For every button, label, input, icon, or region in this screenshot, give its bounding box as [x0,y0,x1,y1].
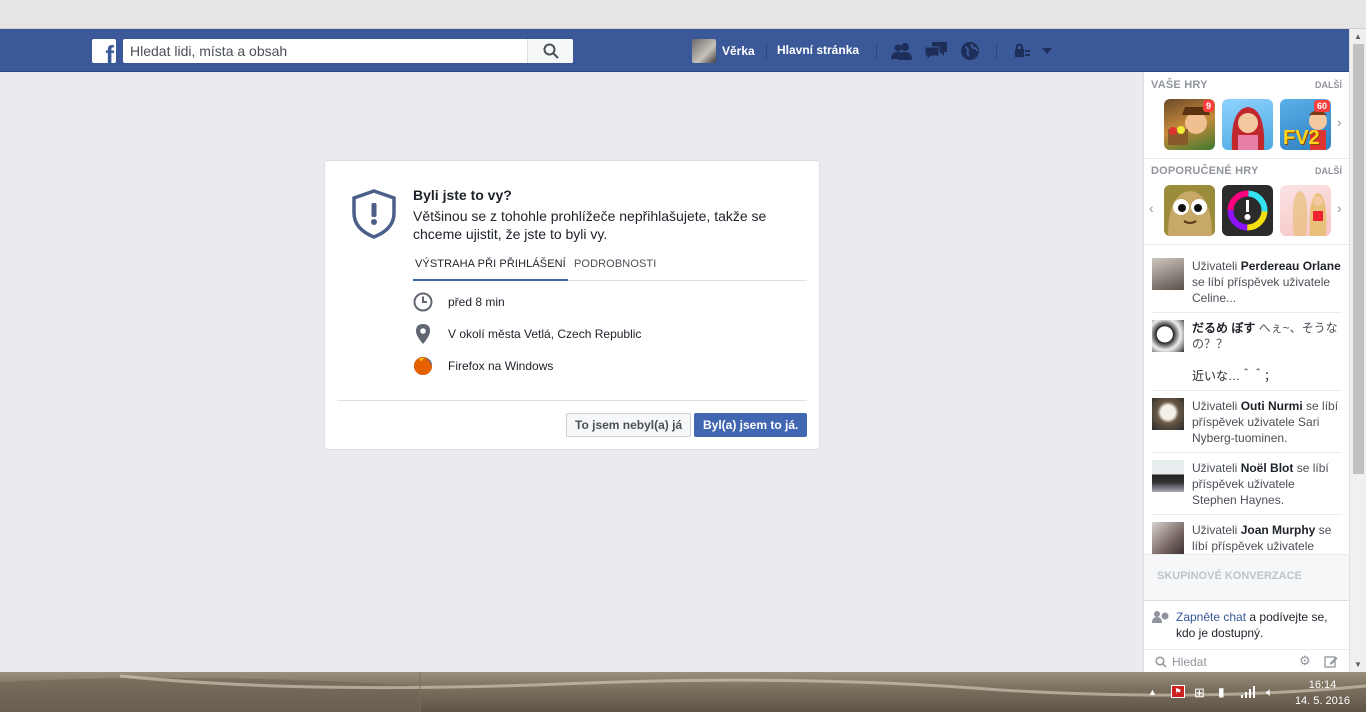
your-games-more-link[interactable]: DALŠÍ [1315,80,1342,90]
scrollbar-thumb[interactable] [1353,44,1364,474]
firefox-icon [414,357,432,375]
chat-search-input[interactable]: Hledat [1172,655,1207,669]
game-title-text: FV2 [1283,127,1320,149]
ticker-text[interactable]: Uživateli Joan Murphy se líbí příspěvek … [1192,522,1342,554]
info-browser: Firefox na Windows [413,355,553,377]
browser-chrome-strip [0,0,1366,29]
confirm-button[interactable]: Byl(a) jsem to já. [694,413,808,437]
info-location: V okolí města Vetlá, Czech Republic [413,323,641,345]
game-color-switch[interactable] [1222,185,1273,236]
chevron-left-icon[interactable]: ‹ [1149,200,1154,216]
shield-tray-icon[interactable]: ⚑ [1171,685,1185,698]
search-input[interactable] [123,39,527,63]
game-pou[interactable] [1164,185,1215,236]
game-dressup[interactable] [1280,185,1331,236]
section-divider [1144,244,1349,245]
signal-icon[interactable] [1241,686,1257,698]
volume-icon[interactable]: 🔈︎ [1266,685,1273,700]
alert-description: Většinou se z tohohle prohlížeče nepřihl… [413,208,767,242]
desktop-wallpaper [0,672,1366,712]
turn-on-chat-link[interactable]: Zapněte chat [1176,610,1246,624]
avatar [1152,460,1184,492]
messages-icon[interactable] [924,41,948,61]
login-time: před 8 min [448,295,505,309]
scroll-down-icon[interactable]: ▼ [1354,660,1362,669]
right-sidebar: VAŠE HRY DALŠÍ 9 60 FV2 › DOPORUČENÉ HRY… [1143,72,1349,672]
chevron-up-icon[interactable]: ▲ [1148,687,1157,697]
tab-details[interactable]: PODROBNOSTI [574,258,656,270]
system-clock[interactable]: 16:14 14. 5. 2016 [1295,677,1350,709]
ticker-text[interactable]: Uživateli Noël Blot se líbí příspěvek už… [1192,460,1342,508]
page-scrollbar[interactable]: ▲ ▼ [1349,29,1366,672]
nav-divider [766,43,767,59]
nav-divider [876,43,877,59]
avatar [1152,258,1184,290]
avatar [692,39,716,63]
scroll-up-icon[interactable]: ▲ [1354,32,1362,41]
privacy-lock-icon[interactable] [1012,41,1054,61]
info-time: před 8 min [413,291,505,313]
game-farmer[interactable]: 9 [1164,99,1215,150]
ticker-divider [1152,514,1342,515]
chat-message: Zapněte chat a podívejte se, kdo je dost… [1176,610,1328,640]
ticker-divider [1152,390,1342,391]
recommended-more-link[interactable]: DALŠÍ [1315,166,1342,176]
alert-title: Byli jste to vy? [413,187,512,203]
notification-badge: 9 [1202,100,1214,112]
clock-time: 16:14 [1308,679,1337,691]
notifications-icon[interactable] [958,41,982,61]
ticker-text[interactable]: Uživateli Outi Nurmi se líbí příspěvek u… [1192,398,1342,446]
search-button[interactable] [527,39,573,63]
person-icon [1152,611,1169,623]
chevron-right-icon[interactable]: › [1337,114,1342,130]
profile-link[interactable]: Věrka [692,39,755,63]
your-games-heading: VAŠE HRY [1151,79,1208,91]
section-divider [1144,158,1349,159]
login-browser: Firefox na Windows [448,359,554,373]
login-location: V okolí města Vetlá, Czech Republic [448,327,642,341]
windows-taskbar: ▲ ⚑ ⊞ ▮ 🔈︎ 16:14 14. 5. 2016 [0,672,1366,712]
profile-name: Věrka [722,44,755,58]
search-icon [1155,656,1167,668]
ticker-divider [1152,452,1342,453]
search-icon [543,43,559,59]
friend-requests-icon[interactable] [890,41,914,61]
ticker-divider [1152,312,1342,313]
gear-icon[interactable]: ⚙ [1299,653,1311,669]
dialog-divider [337,400,807,401]
location-pin-icon [416,324,430,344]
new-message-icon[interactable] [1324,655,1338,669]
shield-icon [352,189,396,239]
search-box [123,39,573,63]
chevron-right-icon[interactable]: › [1337,200,1342,216]
facebook-logo[interactable]: f [92,39,116,63]
chat-panel: Zapněte chat a podívejte se, kdo je dost… [1144,600,1349,672]
login-alert-dialog: Byli jste to vy? Většinou se z tohohle p… [324,160,820,450]
group-chats-heading: SKUPINOVÉ KONVERZACE [1157,570,1302,582]
clock-icon [413,292,433,312]
home-link[interactable]: Hlavní stránka [777,43,859,57]
avatar [1152,522,1184,554]
ticker-text[interactable]: だるめ ぼす へぇ~、そうなの？？ [1192,320,1342,352]
notification-badge: 60 [1313,100,1330,112]
game-farmville2[interactable]: 60 FV2 [1280,99,1331,150]
game-redhead[interactable] [1222,99,1273,150]
ticker-comment: 近いな…＾＾； [1192,369,1277,383]
top-navigation-bar: f Věrka Hlavní stránka [0,29,1349,72]
clock-date: 14. 5. 2016 [1294,695,1350,707]
battery-icon[interactable]: ▮ [1218,685,1225,699]
recommended-games-heading: DOPORUČENÉ HRY [1151,165,1259,177]
chat-search-bar[interactable]: Hledat ⚙ [1144,649,1349,672]
nav-divider [996,43,997,59]
windows-icon[interactable]: ⊞ [1194,685,1205,701]
avatar [1152,320,1184,352]
tab-login-alert[interactable]: VÝSTRAHA PŘI PŘIHLÁŠENÍ [413,258,568,281]
ticker-text[interactable]: Uživateli Perdereau Orlane se líbí přísp… [1192,258,1342,306]
alert-tabs: VÝSTRAHA PŘI PŘIHLÁŠENÍ PODROBNOSTI [413,255,807,281]
avatar [1152,398,1184,430]
deny-button[interactable]: To jsem nebyl(a) já [566,413,692,437]
